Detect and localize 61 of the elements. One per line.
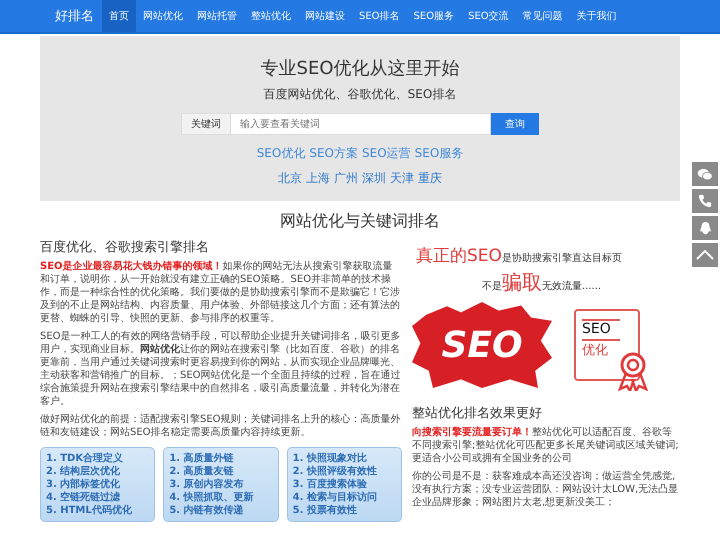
feature-item: 1. TDK合理定义 (46, 452, 124, 465)
keyword-link[interactable]: SEO服务 (414, 145, 464, 162)
column-heading: 整站优化排名效果更好 (412, 405, 543, 422)
phone-button[interactable] (692, 189, 718, 213)
feature-item: 2. 结构层次优化 (46, 465, 122, 478)
nav-link[interactable]: 关于我们 (570, 0, 624, 32)
nav-link[interactable]: SEO交流 (461, 0, 516, 32)
section-title: 网站优化与关键词排名 (279, 211, 441, 232)
promo-tagline: 不是骗取无效流量...... (481, 269, 602, 296)
city-link[interactable]: 天津 (390, 170, 414, 187)
nav-link[interactable]: 网站托管 (190, 0, 244, 32)
body-paragraph: SEO是一种工人的有效的网络营销手段，可以帮助企业提升关键词排名，吸引更多用户，实现商业目标。网站优化让你的网站在搜索引擎（比如百度、谷歌）的排名更靠前，当用户通过关键词搜索时更容易搜到你的网站，从而实现企业品牌曝光、主动获客和营销推广的目标。；SEO网站优化是一个全面且持续的过程，旨在通过综合施策提升网站在搜索引擎结果中的自然排名，吸引高质量流量，并转化为潜在客户。 (40, 330, 402, 408)
feature-item: 2. 高质量友链 (169, 465, 235, 478)
feature-item: 3. 内部标签优化 (46, 478, 122, 491)
city-link[interactable]: 深圳 (362, 170, 386, 187)
penguin-icon (698, 220, 712, 236)
award-ribbon-icon (618, 351, 648, 391)
wechat-button[interactable] (692, 162, 718, 186)
site-logo-text[interactable]: 好排名 (55, 0, 94, 32)
body-paragraph: 你的公司是不是：获客难成本高还没咨询；做运营全凭感觉,没有执行方案；没专业运营团队：网站设计太LOW,无法凸显企业品牌形象；网站图片太老,想更新没美工； (412, 470, 680, 509)
hero-subtitle: 百度网站优化、谷歌优化、SEO排名 (262, 86, 458, 103)
city-link[interactable]: 北京 (278, 170, 302, 187)
feature-item: 5. 内链有效传递 (169, 504, 245, 517)
feature-item: 4. 检索与目标访问 (292, 491, 378, 504)
nav-link[interactable]: SEO排名 (352, 0, 407, 32)
phone-icon (698, 194, 712, 208)
search-label: 关键词 (181, 113, 231, 135)
nav-link[interactable]: 整站优化 (244, 0, 298, 32)
keyword-link[interactable]: SEO方案 (309, 145, 358, 162)
chevron-up-icon (696, 250, 714, 260)
feature-item: 5. HTML代码优化 (46, 504, 133, 517)
nav-link[interactable]: 首页 (102, 0, 136, 32)
feature-item: 5. 投票有效性 (292, 504, 358, 517)
feature-item: 4. 快照抓取、更新 (169, 491, 255, 504)
column-heading: 百度优化、谷歌搜索引擎排名 (40, 239, 210, 256)
promo-headline: 真正的SEO是协助搜索引擎直达目标页 (415, 245, 623, 267)
keyword-link[interactable]: SEO运营 (362, 145, 411, 162)
chat-bubbles-icon (697, 168, 713, 180)
city-link[interactable]: 广州 (334, 170, 358, 187)
hero-title: 专业SEO优化从这里开始 (260, 57, 460, 80)
city-link[interactable]: 重庆 (418, 170, 442, 187)
search-button[interactable]: 查询 (491, 113, 539, 135)
nav-link[interactable]: SEO服务 (406, 0, 462, 32)
city-link[interactable]: 上海 (306, 170, 330, 187)
back-to-top-button[interactable] (692, 243, 718, 267)
feature-item: 4. 空链死链过滤 (46, 491, 122, 504)
feature-item: 2. 快照评级有效性 (292, 465, 378, 478)
feature-item: 3. 原创内容发布 (169, 478, 245, 491)
qq-button[interactable] (692, 216, 718, 240)
nav-link[interactable]: 网站建设 (298, 0, 352, 32)
feature-item: 1. 高质量外链 (169, 452, 235, 465)
body-paragraph: 向搜索引擎要流量要订单！整站优化可以适配百度、谷歌等不同搜索引擎;整站优化可匹配更多长尾关键词或区域关键词;更适合小公司或拥有全国业务的公司 (412, 426, 680, 465)
nav-link[interactable]: 网站优化 (136, 0, 190, 32)
feature-item: 1. 快照现象对比 (292, 452, 368, 465)
seo-burst-badge: SEO (412, 302, 552, 388)
body-paragraph: 做好网站优化的前提：适配搜索引擎SEO规则；关键词排名上升的核心：高质量外链和友链建设；网站SEO排名稳定需要高质量内容持续更新。 (40, 413, 402, 439)
nav-link[interactable]: 常见问题 (516, 0, 570, 32)
feature-item: 3. 百度搜索体验 (292, 478, 368, 491)
body-paragraph: SEO是企业最容易花大钱办错事的领域！如果你的网站无法从搜索引擎获取流量和订单，说明你，从一开始就没有建立正确的SEO策略。SEO并非简单的技术操作，而是一种综合性的优化策略。我们要做的是协助搜索引擎而不是欺骗它！它涉及到的不止是网站结构、内容质量、用户体验、外部链接这几个方面；还有算法的更替、蜘蛛的引导、快照的更新、参与排序的权重等。 (40, 260, 401, 325)
keyword-link[interactable]: SEO优化 (256, 145, 306, 162)
search-field[interactable]: 输入要查看关键词 (231, 113, 491, 135)
